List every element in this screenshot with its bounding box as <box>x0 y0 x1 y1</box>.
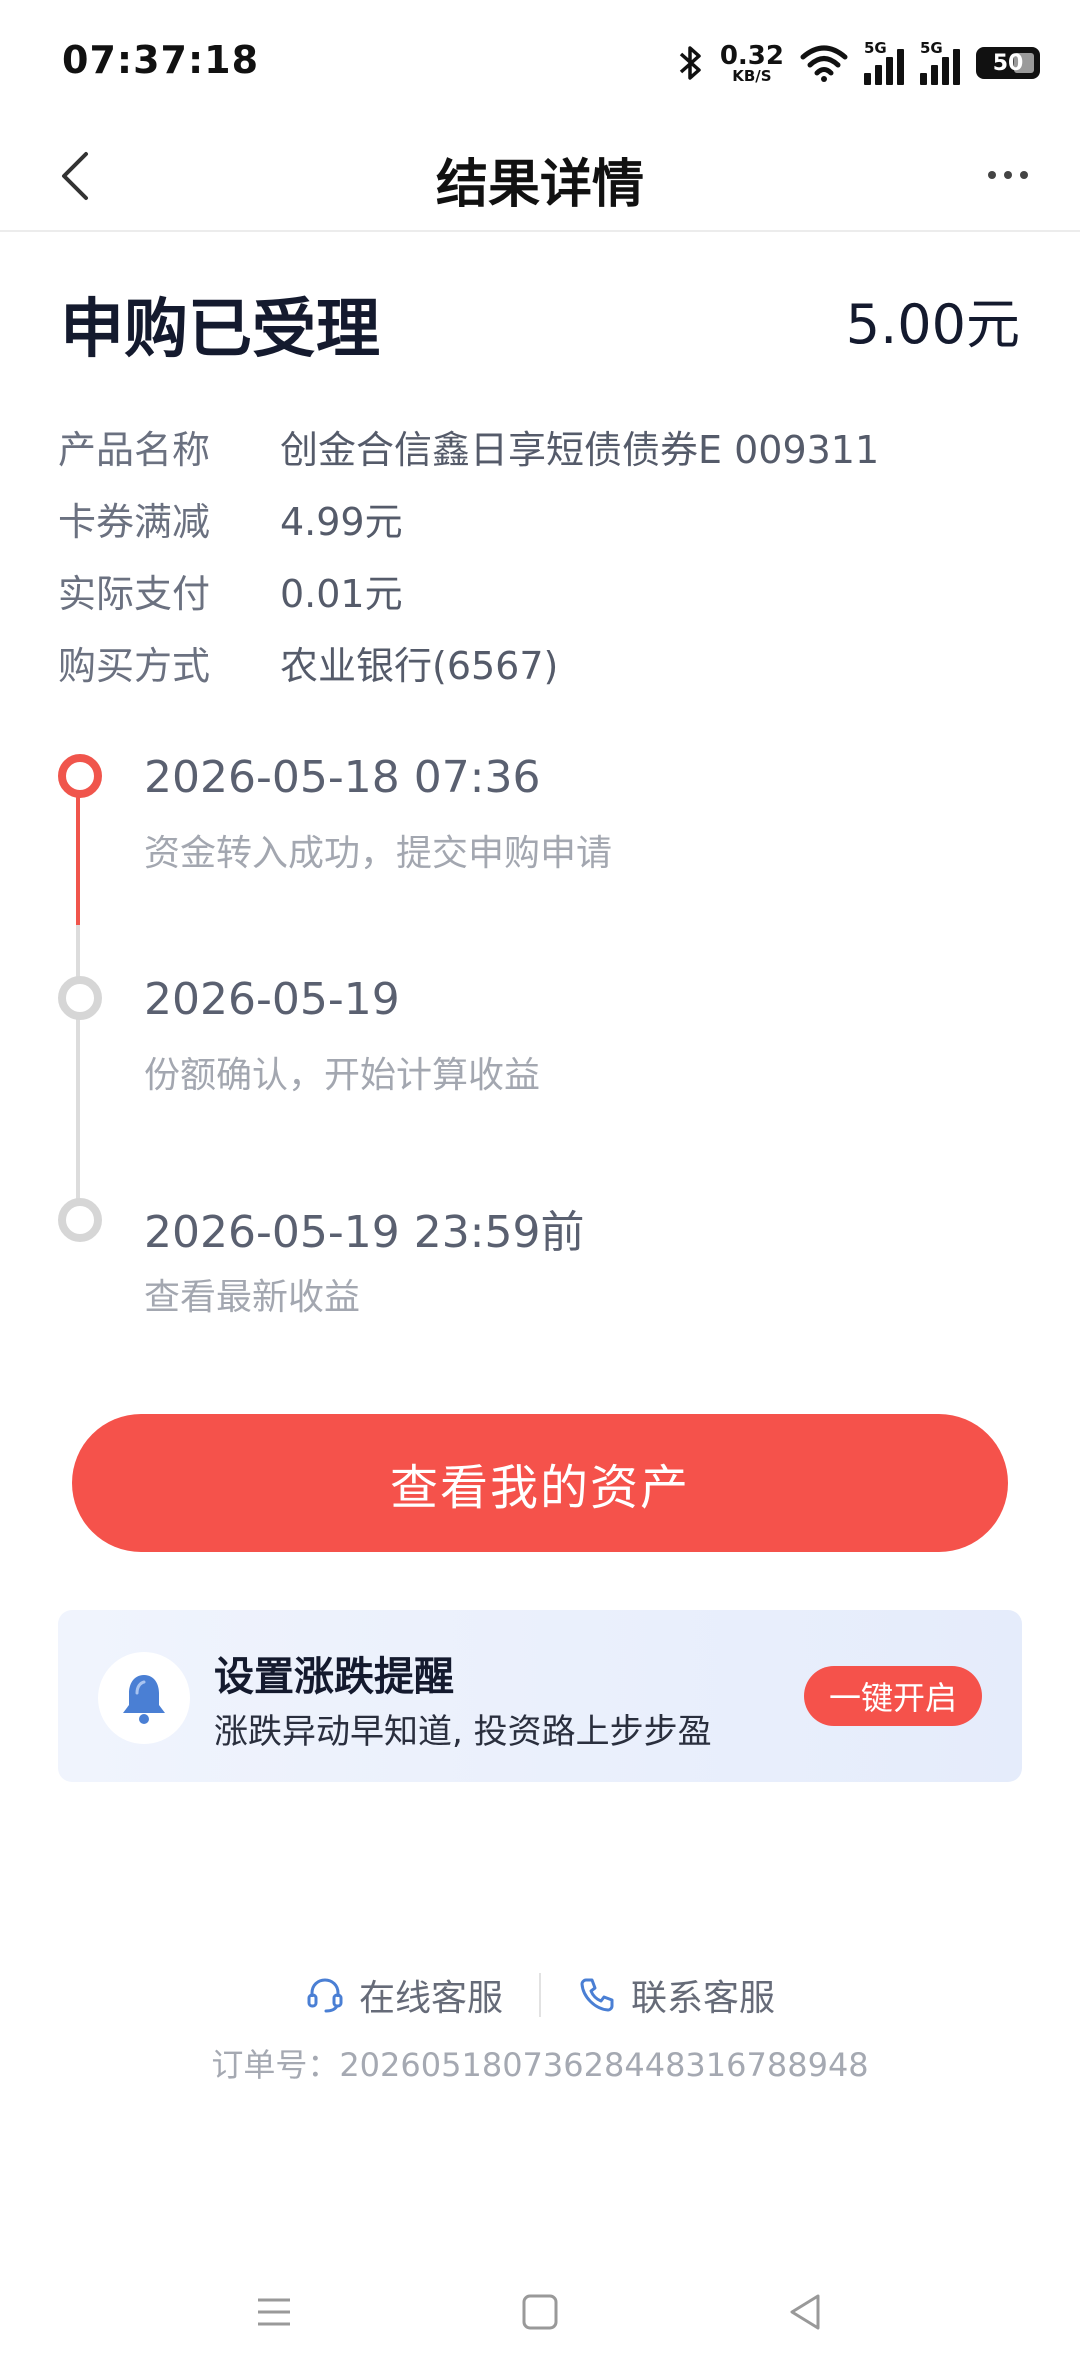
timeline-date: 2026-05-19 <box>144 974 400 1025</box>
detail-row-payment-method: 购买方式 农业银行(6567) <box>58 626 879 698</box>
net-speed: 0.32 KB/S <box>720 43 784 84</box>
system-nav-bar <box>0 2270 1080 2350</box>
bell-icon <box>123 1675 165 1724</box>
order-number: 订单号：2026051807362844831678894​8 <box>211 2046 869 2084</box>
detail-label: 购买方式 <box>58 643 211 688</box>
detail-row-paid: 实际支付 0.01元 <box>58 554 879 626</box>
detail-label: 实际支付 <box>58 571 211 616</box>
detail-value: 4.99元 <box>280 499 403 544</box>
bluetooth-icon <box>679 46 701 80</box>
contact-service-link[interactable]: 联系客服 <box>541 1969 811 2021</box>
bell-icon-container <box>98 1652 190 1744</box>
timeline-date: 2026-05-18 07:36 <box>144 752 541 803</box>
online-service-label: 在线客服 <box>358 1978 503 2019</box>
home-icon[interactable] <box>516 2288 564 2336</box>
wifi-icon <box>800 45 848 82</box>
detail-label: 卡券满减 <box>58 499 211 544</box>
nav-bar: 结果详情 <box>0 120 1080 232</box>
card-subtitle: 涨跌异动早知道, 投资路上步步盈 <box>214 1712 712 1752</box>
result-status-title: 申购已受理 <box>60 293 380 367</box>
enable-alert-button[interactable]: 一键开启 <box>804 1666 982 1726</box>
detail-row-product: 产品名称 创金合信鑫日享短债债券E 009311 <box>58 410 879 482</box>
status-bar: 07:37:18 0.32 KB/S 5G 5G 50 <box>0 0 1080 120</box>
progress-timeline: 2026-05-18 07:36 资金转入成功，提交申购申请 2026-05-1… <box>0 740 1080 1318</box>
signal-2-tag: 5G <box>920 39 943 57</box>
detail-value: 农业银行(6567) <box>280 643 559 688</box>
price-alert-card[interactable]: 设置涨跌提醒 涨跌异动早知道, 投资路上步步盈 一键开启 <box>58 1610 1022 1782</box>
status-time: 07:37:18 <box>62 38 260 82</box>
contact-service-label: 联系客服 <box>631 1978 776 2019</box>
service-links: 在线客服 联系客服 <box>0 1960 1080 2030</box>
back-triangle-icon[interactable] <box>782 2288 830 2336</box>
timeline-date: 2026-05-19 23:59前 <box>144 1207 585 1258</box>
net-speed-unit: KB/S <box>732 66 772 85</box>
phone-icon <box>580 1978 614 2012</box>
timeline-progress <box>76 780 80 925</box>
timeline-desc: 资金转入成功，提交申购申请 <box>144 833 613 874</box>
timeline-dot-active <box>58 754 102 798</box>
detail-row-coupon: 卡券满减 4.99元 <box>58 482 879 554</box>
status-icons: 0.32 KB/S 5G 5G 50 <box>678 36 1040 90</box>
timeline-desc: 查看最新收益 <box>144 1277 361 1318</box>
menu-icon[interactable] <box>250 2288 298 2336</box>
order-details: 产品名称 创金合信鑫日享短债债券E 009311 卡券满减 4.99元 实际支付… <box>58 410 879 698</box>
detail-label: 产品名称 <box>58 427 211 472</box>
result-amount: 5.00元 <box>845 293 1020 356</box>
signal-1-tag: 5G <box>864 39 887 57</box>
page-title: 结果详情 <box>435 155 644 215</box>
cell-signal-1-icon: 5G <box>864 39 904 85</box>
detail-value: 创金合信鑫日享短债债券E 009311 <box>280 427 880 472</box>
battery-icon: 50 <box>976 47 1040 79</box>
timeline-dot <box>58 976 102 1020</box>
battery-level: 50 <box>992 50 1024 76</box>
view-assets-button[interactable]: 查看我的资产 <box>72 1414 1008 1552</box>
online-service-link[interactable]: 在线客服 <box>269 1969 539 2021</box>
cell-signal-2-icon: 5G <box>920 39 960 85</box>
headset-icon <box>307 1978 343 2013</box>
more-icon[interactable] <box>984 160 1032 190</box>
timeline-desc: 份额确认，开始计算收益 <box>144 1055 541 1096</box>
net-speed-value: 0.32 <box>719 40 784 71</box>
card-title: 设置涨跌提醒 <box>214 1654 454 1700</box>
detail-value: 0.01元 <box>280 571 403 616</box>
timeline-dot <box>58 1198 102 1242</box>
